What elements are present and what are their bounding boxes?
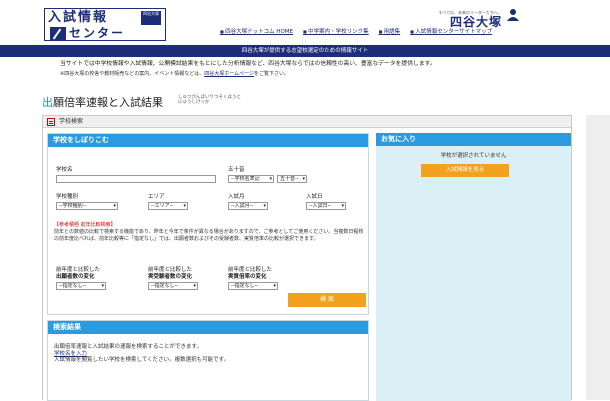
logo-text-bottom: センター bbox=[69, 26, 126, 40]
ratio-change-select[interactable]: --指定なし-- bbox=[228, 282, 278, 290]
cmp2-label-1: 前年度と比較した bbox=[148, 267, 193, 273]
comparison-note-heading: 【参考積極 前年比較検索】 bbox=[54, 222, 116, 228]
school-type-select[interactable]: --学校種別-- bbox=[56, 202, 118, 210]
favorites-empty-text: 学校が選択されていません bbox=[440, 153, 507, 159]
section-label: 学校検索 bbox=[59, 118, 84, 125]
area-select[interactable]: --エリア-- bbox=[148, 202, 188, 210]
intro-note-prefix: ※四谷大塚の校舎や教材販売などの案内、イベント情報などは、 bbox=[60, 71, 205, 78]
comparison-note: 【参考積極 前年比較検索】 前年との数値の比較で検索する機能であり、昨年と今年で… bbox=[54, 222, 364, 243]
tagline-bar: 四谷大塚が提供する志望校選定のための情報サイト bbox=[0, 45, 610, 57]
site-logo[interactable]: 入試情報 四谷大塚 センター bbox=[44, 8, 166, 41]
comparison-note-body: 前年との数値の比較で検索する機能であり、昨年と今年で条件が異なる場合がありますの… bbox=[54, 229, 364, 242]
cmp3-label-2: 実質倍率の変化 bbox=[228, 274, 267, 280]
results-text: 出願倍率速報と入試結果の速報を検索することができます。 学校名を入力 入試情報を… bbox=[54, 344, 229, 364]
view-entrance-info-button[interactable]: 入試情報を見る bbox=[421, 164, 509, 177]
nav-link-school-links[interactable]: 中学案内・学校リンク集 bbox=[303, 29, 369, 36]
page-side-strip bbox=[586, 115, 610, 400]
results-line-1: 出願倍率速報と入試結果の速報を検索することができます。 bbox=[54, 344, 202, 350]
nav-link-sitemap[interactable]: 入試情報センターサイトマップ bbox=[410, 29, 492, 36]
applicants-change-select[interactable]: --指定なし-- bbox=[56, 282, 106, 290]
site-header: 入試情報 四谷大塚 センター 四谷大塚ドットコム HOME 中学案内・学校リンク… bbox=[0, 0, 610, 44]
gojuon-label: 五十音 bbox=[228, 167, 245, 173]
examinees-change-select[interactable]: --指定なし-- bbox=[148, 282, 198, 290]
nav-link-glossary[interactable]: 用語集 bbox=[379, 29, 401, 36]
brand-logo[interactable]: すべての、未来のリーダーたちへ。 四谷大塚 bbox=[438, 10, 502, 30]
cmp1-label-1: 前年度と比較した bbox=[56, 267, 101, 273]
brand-name: 四谷大塚 bbox=[449, 15, 502, 29]
intro-text: 当サイトでは中学校情報や入試情報、公開模試結果をもとにした分析情報など、四谷大塚… bbox=[60, 61, 560, 77]
gojuon-select[interactable]: --学校名表記 bbox=[228, 175, 274, 183]
section-header: 学校検索 bbox=[43, 116, 571, 128]
cmp1-label-2: 出願者数の変化 bbox=[56, 274, 95, 280]
logo-badge: 四谷大塚 bbox=[141, 11, 161, 25]
school-name-input[interactable] bbox=[56, 175, 216, 183]
intro-note: ※四谷大塚の校舎や教材販売などの案内、イベント情報などは、四谷大塚ホームページを… bbox=[60, 71, 560, 77]
page-title-text: 願倍率速報と入試結果 bbox=[53, 96, 163, 109]
intro-note-suffix: をご覧下さい。 bbox=[253, 71, 289, 78]
favorites-panel: お気に入り 学校が選択されていません 入試情報を見る bbox=[376, 133, 571, 401]
results-title: 検索結果 bbox=[48, 321, 368, 334]
search-panel-title: 学校をしぼりこむ bbox=[48, 134, 368, 147]
cmp3-label-1: 前年度と比較した bbox=[228, 267, 273, 273]
search-button[interactable]: 検 索 bbox=[288, 293, 366, 307]
gojuon-select-2[interactable]: 五十音-- bbox=[277, 175, 307, 183]
search-panel: 学校をしぼりこむ 学校名 五十音 --学校名表記 五十音-- 学校種別 --学校… bbox=[47, 133, 369, 315]
entry-month-select[interactable]: --入試月-- bbox=[228, 202, 268, 210]
page-title: 出願倍率速報と入試結果 しゅつがんばいりつそくほうと にゅうしけっか bbox=[42, 95, 241, 110]
header-nav: 四谷大塚ドットコム HOME 中学案内・学校リンク集 用語集 入試情報センターサ… bbox=[220, 29, 492, 36]
left-column: 学校をしぼりこむ 学校名 五十音 --学校名表記 五十音-- 学校種別 --学校… bbox=[47, 133, 369, 401]
results-panel: 検索結果 出願倍率速報と入試結果の速報を検索することができます。 学校名を入力 … bbox=[47, 320, 369, 401]
page-title-ruby-2: にゅうしけっか bbox=[178, 100, 210, 105]
entry-day-select[interactable]: --入試日-- bbox=[306, 202, 346, 210]
logo-text-top: 入試情報 bbox=[48, 10, 109, 25]
pen-icon bbox=[50, 27, 66, 40]
intro-main: 当サイトでは中学校情報や入試情報、公開模試結果をもとにした分析情報など、四谷大塚… bbox=[60, 61, 436, 67]
nav-link-home[interactable]: 四谷大塚ドットコム HOME bbox=[220, 29, 293, 36]
page-title-ruby: しゅつがんばいりつそくほうと にゅうしけっか bbox=[178, 95, 241, 105]
school-name-label: 学校名 bbox=[56, 167, 73, 173]
entry-day-label: 入試日 bbox=[306, 194, 323, 200]
main-container: 学校検索 学校をしぼりこむ 学校名 五十音 --学校名表記 五十音-- 学校種別… bbox=[42, 115, 572, 401]
entry-month-label: 入試月 bbox=[228, 194, 245, 200]
area-label: エリア bbox=[148, 194, 165, 200]
yotsuya-home-link[interactable]: 四谷大塚ホームページ bbox=[204, 71, 254, 77]
page-title-accent: 出 bbox=[42, 96, 53, 109]
results-link[interactable]: 学校名を入力 bbox=[54, 351, 87, 357]
cmp2-label-2: 実受験者数の変化 bbox=[148, 274, 193, 280]
results-line-3: 入試情報を閲覧したい学校を検索してください。複数選択も可能です。 bbox=[54, 357, 230, 363]
brand-mark-icon bbox=[507, 9, 519, 21]
list-icon bbox=[47, 118, 55, 126]
school-type-label: 学校種別 bbox=[56, 194, 79, 200]
favorites-title: お気に入り bbox=[376, 133, 571, 146]
